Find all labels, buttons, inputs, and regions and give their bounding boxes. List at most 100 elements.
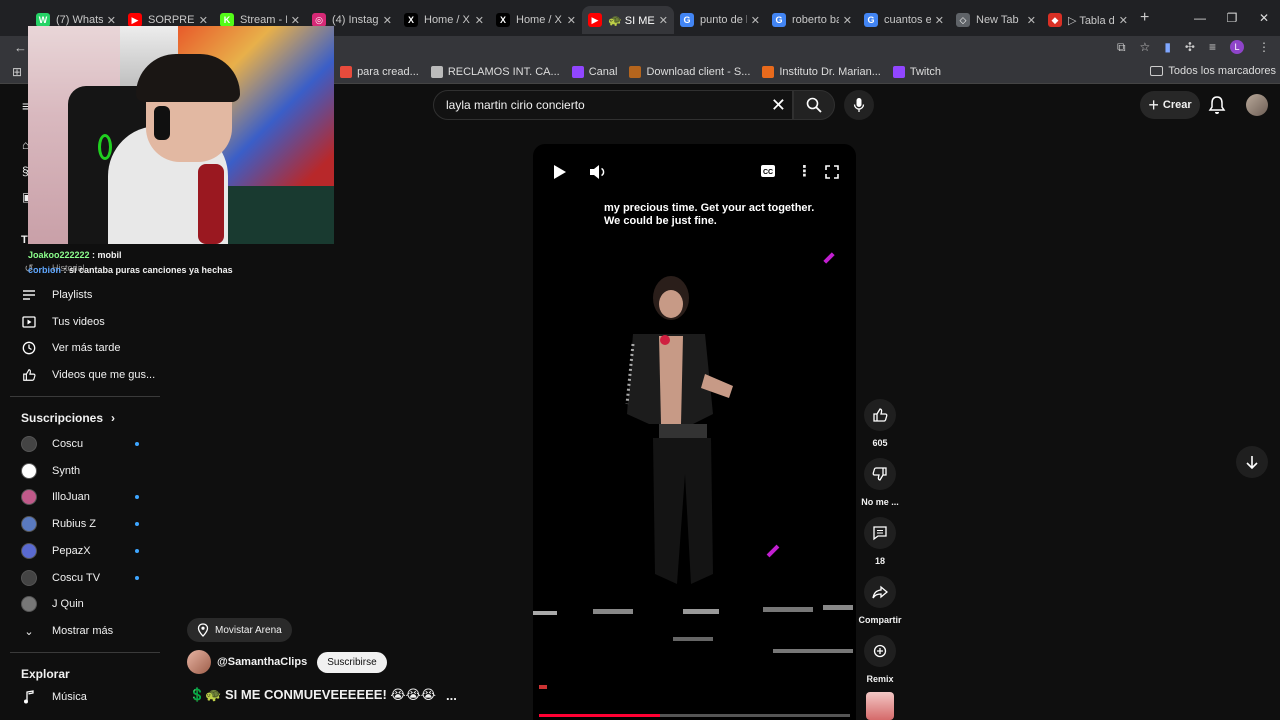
close-window-icon[interactable]: ✕ <box>1248 11 1280 25</box>
tab-close-icon[interactable]: ✕ <box>659 14 668 27</box>
voice-search-button[interactable] <box>844 90 874 120</box>
profile-avatar[interactable]: L <box>1230 40 1244 54</box>
create-button[interactable]: + Crear <box>1140 91 1200 119</box>
apps-grid-icon[interactable]: ⊞ <box>12 65 22 79</box>
extension-square-icon[interactable]: ▮ <box>1164 40 1171 55</box>
fullscreen-icon[interactable] <box>824 164 840 185</box>
channel-name[interactable]: @SamanthaClips <box>217 656 307 668</box>
new-tab-icon[interactable]: + <box>1140 9 1149 27</box>
tab-close-icon[interactable]: ✕ <box>567 14 576 27</box>
minimize-icon[interactable]: — <box>1184 11 1216 25</box>
sidebar-item-ver-m-s-tarde[interactable]: Ver más tarde <box>20 335 120 361</box>
more-text[interactable]: ... <box>446 688 457 703</box>
video-progress-bar[interactable] <box>539 714 850 717</box>
bookmark-favicon-icon <box>340 65 353 78</box>
thumbs-down-icon <box>864 458 896 490</box>
tab-close-icon[interactable]: ✕ <box>1027 14 1036 27</box>
tab-close-icon[interactable]: ✕ <box>383 14 392 27</box>
streamer-webcam <box>28 26 334 244</box>
tab-close-icon[interactable]: ✕ <box>475 14 484 27</box>
tab-close-icon[interactable]: ✕ <box>107 14 116 27</box>
install-icon[interactable]: ⧉ <box>1117 40 1126 55</box>
subscription-item[interactable]: Synth <box>20 458 150 484</box>
new-content-dot <box>135 548 139 553</box>
channel-avatar <box>21 516 37 533</box>
sidebar-item-playlists[interactable]: Playlists <box>20 282 92 308</box>
clear-search-icon[interactable]: ✕ <box>771 95 786 116</box>
bookmark-item[interactable]: Canal <box>571 65 617 78</box>
sidebar-divider <box>10 396 160 397</box>
channel-avatar[interactable] <box>187 650 211 674</box>
browser-tab[interactable]: Groberto bag ✕ <box>766 6 858 34</box>
like-button[interactable]: 605 <box>856 399 904 448</box>
search-button[interactable] <box>793 90 835 120</box>
explore-heading: Explorar <box>21 667 70 681</box>
sidebar-item-videos-que-me-gus[interactable]: Videos que me gus... <box>20 362 155 388</box>
subscription-item[interactable]: Rubius Z <box>20 511 150 537</box>
volume-icon[interactable] <box>589 164 607 185</box>
show-more-button[interactable]: ⌄ Mostrar más <box>20 618 113 644</box>
browser-tab[interactable]: Gcuantos eq ✕ <box>858 6 950 34</box>
next-video-button[interactable] <box>1236 446 1268 478</box>
subscription-item[interactable]: Coscu TV <box>20 565 150 591</box>
menu-kebab-icon[interactable]: ⋮ <box>1258 40 1270 55</box>
tab-close-icon[interactable]: ✕ <box>1119 14 1128 27</box>
tab-title: SORPRENDI <box>148 14 195 26</box>
comments-button[interactable]: 18 <box>856 517 904 566</box>
more-options-icon[interactable]: ⋮ <box>797 162 812 180</box>
remix-button[interactable]: Remix <box>856 635 904 684</box>
bookmark-item[interactable]: Instituto Dr. Marian... <box>762 65 881 78</box>
window-controls: — ❐ ✕ <box>1184 0 1280 36</box>
account-avatar[interactable] <box>1246 94 1268 116</box>
restore-icon[interactable]: ❐ <box>1216 11 1248 25</box>
notifications-bell-icon[interactable] <box>1208 95 1226 120</box>
puzzle-icon[interactable]: ✣ <box>1185 40 1195 55</box>
star-icon[interactable]: ☆ <box>1140 40 1151 55</box>
media-icon[interactable]: ≡ <box>1209 40 1216 55</box>
dislike-button[interactable]: No me ... <box>856 458 904 507</box>
bookmark-item[interactable]: RECLAMOS INT. CA... <box>430 65 560 78</box>
browser-tab[interactable]: ◆ ▷ Tabla de ✕ <box>1042 6 1134 34</box>
subscription-item[interactable]: PepazX <box>20 538 150 564</box>
play-icon[interactable] <box>553 164 567 185</box>
subscriptions-heading[interactable]: Suscripciones › <box>21 411 115 425</box>
browser-tab[interactable]: Gpunto de la ✕ <box>674 6 766 34</box>
tab-close-icon[interactable]: ✕ <box>751 14 760 27</box>
tab-title: roberto bag <box>792 14 839 26</box>
channel-info: @SamanthaClips Suscribirse <box>187 650 387 674</box>
bookmark-item[interactable]: Download client - S... <box>629 65 750 78</box>
tab-favicon-icon: ▶ <box>588 13 602 27</box>
subscription-item[interactable]: J Quin <box>20 591 150 617</box>
share-button[interactable]: Compartir <box>856 576 904 625</box>
tab-close-icon[interactable]: ✕ <box>935 14 944 27</box>
back-arrow-icon[interactable]: ← <box>14 40 27 55</box>
tab-title: ▷ Tabla de <box>1068 14 1115 27</box>
subscription-item[interactable]: Coscu <box>20 431 150 457</box>
subscription-item[interactable]: IlloJuan <box>20 484 150 510</box>
browser-tab[interactable]: ◇ New Tab ✕ <box>950 6 1042 34</box>
captions-icon[interactable]: CC <box>760 164 776 183</box>
bookmark-item[interactable]: Twitch <box>892 65 941 78</box>
search-input[interactable]: layla martin cirio concierto ✕ <box>433 90 793 120</box>
all-bookmarks-folder[interactable]: Todos los marcadores <box>1150 65 1276 77</box>
short-title[interactable]: 💲🐢 SI ME CONMUEVEEEEEE! 😭😭😭 ... <box>189 687 457 703</box>
tab-close-icon[interactable]: ✕ <box>199 14 208 27</box>
short-video-player[interactable]: CC ⋮ my precious time. Get your act toge… <box>533 144 856 720</box>
sidebar-item-tus-videos[interactable]: Tus videos <box>20 309 105 335</box>
browser-tab[interactable]: ▶ 🐢 SI ME ✕ <box>582 6 674 34</box>
tab-close-icon[interactable]: ✕ <box>291 14 300 27</box>
remix-audio-thumbnail[interactable] <box>866 692 894 720</box>
explore-item-music[interactable]: Música <box>20 684 87 710</box>
location-chip[interactable]: Movistar Arena <box>187 618 292 642</box>
chevron-down-icon: ⌄ <box>24 625 34 638</box>
bookmark-item[interactable]: para cread... <box>340 65 419 78</box>
browser-tab[interactable]: X Home / X ✕ <box>490 6 582 34</box>
subscribe-button[interactable]: Suscribirse <box>317 651 387 673</box>
arrow-down-icon <box>1246 456 1258 469</box>
folder-icon <box>1150 66 1164 76</box>
microphone-icon <box>853 98 865 112</box>
tab-close-icon[interactable]: ✕ <box>843 14 852 27</box>
browser-tab[interactable]: X Home / X ✕ <box>398 6 490 34</box>
stage-lights-image <box>533 605 853 689</box>
channel-avatar <box>21 462 37 479</box>
